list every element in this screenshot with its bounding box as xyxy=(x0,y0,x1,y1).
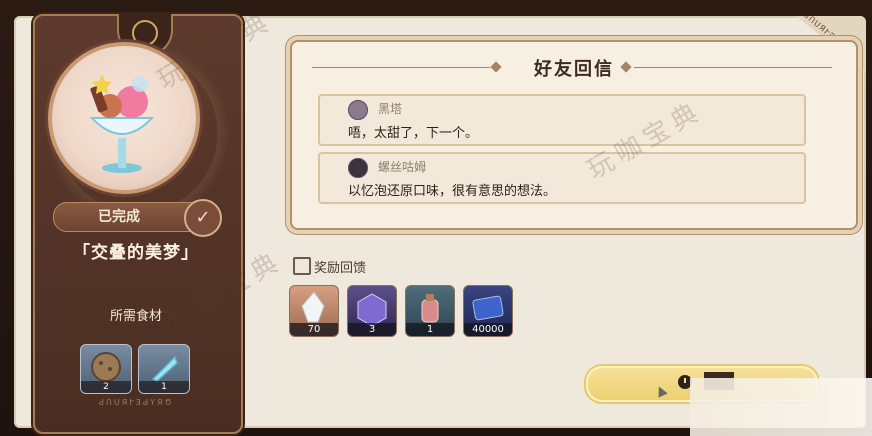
check-icon: ✓ xyxy=(184,199,222,237)
reply-message: 黑塔 唔，太甜了，下一个。 xyxy=(318,94,806,146)
button-glow xyxy=(690,378,872,436)
reply-message: 螺丝咕姆 以忆泡还原口味，很有意思的想法。 xyxy=(318,152,806,204)
completion-status-bar: 已完成 ✓ xyxy=(53,199,222,237)
reply-body: 以忆泡还原口味，很有意思的想法。 xyxy=(348,184,557,199)
dish-footer-text: ԀՈՍЯՒƎԀҮЯԾ xyxy=(98,398,174,407)
reward-item-potion[interactable]: 1 xyxy=(405,285,455,337)
reward-item-cube[interactable]: 3 xyxy=(347,285,397,337)
reward-qty: 70 xyxy=(290,323,338,336)
ingredient-item-nut[interactable]: 2 xyxy=(80,344,132,394)
reply-board-title: 好友回信 xyxy=(534,59,614,80)
reply-body: 唔，太甜了，下一个。 xyxy=(348,126,479,141)
reply-sender: 螺丝咕姆 xyxy=(378,160,427,174)
ingredients-title: 所需食材 xyxy=(109,309,162,324)
reward-item-crystal[interactable]: 70 xyxy=(289,285,339,337)
dessert-sundae-icon xyxy=(89,74,155,173)
avatar xyxy=(348,158,368,178)
rewards-header: 奖励回馈 xyxy=(314,261,367,276)
reward-item-credits[interactable]: 40000 xyxy=(463,285,513,337)
ingredient-qty: 1 xyxy=(139,381,189,393)
avatar xyxy=(348,100,368,120)
status-label: 已完成 xyxy=(98,209,140,225)
reply-sender: 黑塔 xyxy=(378,102,403,116)
ingredient-item-feather[interactable]: 1 xyxy=(138,344,190,394)
reward-qty: 40000 xyxy=(464,323,512,336)
ingredient-qty: 2 xyxy=(81,381,131,393)
reward-qty: 1 xyxy=(406,323,454,336)
reward-qty: 3 xyxy=(348,323,396,336)
gift-icon xyxy=(293,257,311,275)
dish-name: 「交叠的美梦」 xyxy=(73,243,199,263)
